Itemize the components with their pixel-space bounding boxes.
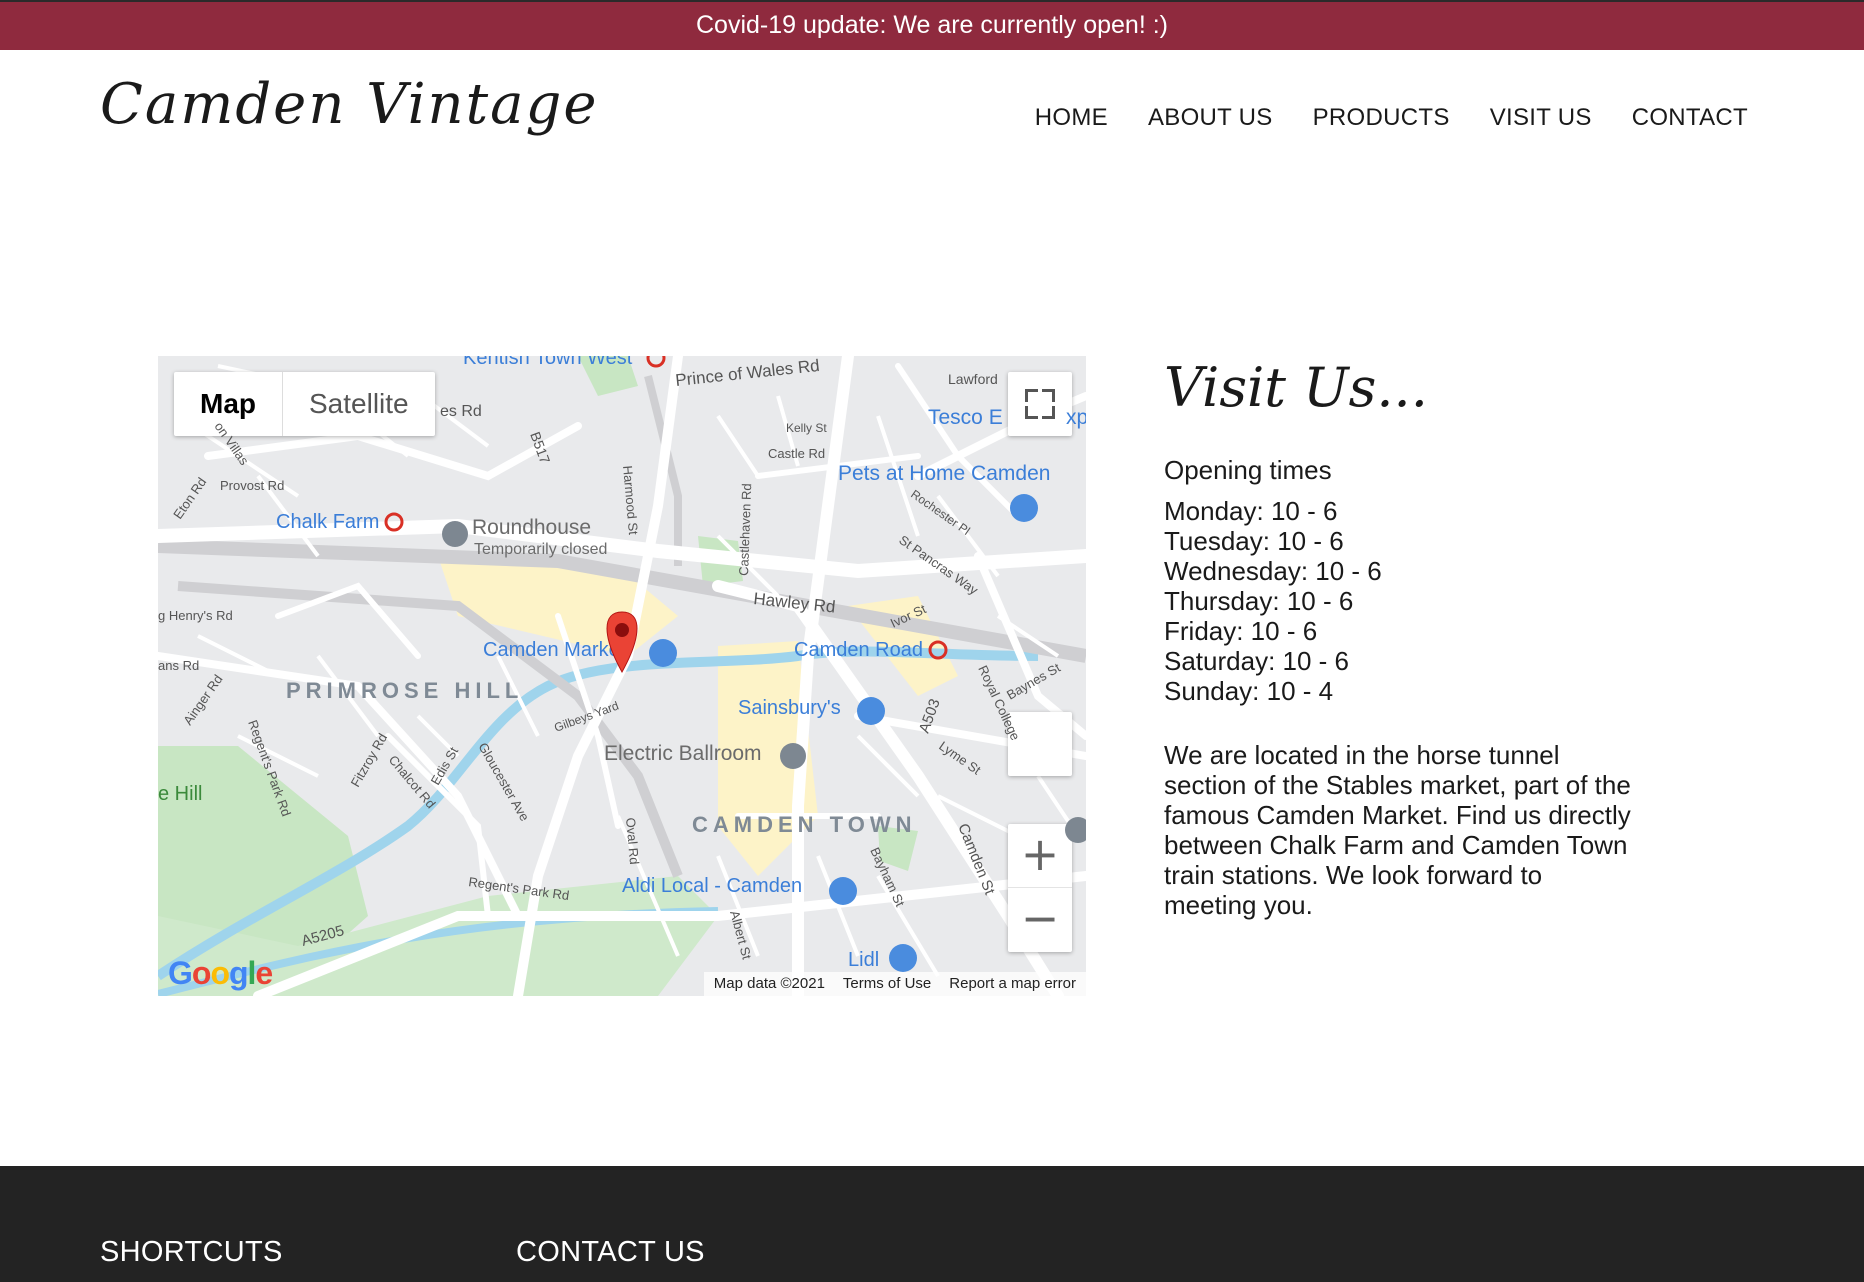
hours-thursday: Thursday: 10 - 6 bbox=[1164, 586, 1354, 616]
map-attribution: Map data ©2021 Terms of Use Report a map… bbox=[703, 972, 1086, 996]
report-map-error-link[interactable]: Report a map error bbox=[949, 972, 1076, 996]
street-view-pegman[interactable] bbox=[1008, 712, 1072, 776]
covid-banner: Covid-19 update: We are currently open! … bbox=[0, 0, 1864, 50]
site-footer: SHORTCUTS CONTACT US bbox=[0, 1166, 1864, 1282]
location-description: We are located in the horse tunnel secti… bbox=[1164, 740, 1631, 920]
footer-contact-heading: CONTACT US bbox=[516, 1236, 705, 1268]
map-data-label: Map data ©2021 bbox=[713, 975, 825, 992]
terms-of-use-link[interactable]: Terms of Use bbox=[843, 972, 931, 996]
fullscreen-button[interactable] bbox=[1008, 372, 1072, 436]
zoom-out-icon[interactable]: − bbox=[1008, 888, 1072, 952]
nav-visit-us[interactable]: VISIT US bbox=[1490, 104, 1592, 132]
map-park bbox=[878, 826, 918, 871]
google-logo-letter: e bbox=[255, 955, 273, 991]
google-logo-letter: o bbox=[210, 955, 230, 991]
opening-hours-list: Monday: 10 - 6 Tuesday: 10 - 6 Wednesday… bbox=[1164, 496, 1382, 706]
hours-sunday: Sunday: 10 - 4 bbox=[1164, 676, 1334, 706]
visit-us-heading: Visit Us... bbox=[1164, 356, 1428, 419]
nav-products[interactable]: PRODUCTS bbox=[1313, 104, 1450, 132]
site-logo[interactable]: Camden Vintage bbox=[100, 72, 599, 137]
hours-tuesday: Tuesday: 10 - 6 bbox=[1164, 526, 1344, 556]
google-logo-letter: G bbox=[168, 955, 193, 991]
footer-shortcuts-heading: SHORTCUTS bbox=[100, 1236, 283, 1268]
map-type-map-button[interactable]: Map bbox=[174, 372, 283, 436]
map-canvas[interactable] bbox=[158, 356, 1086, 996]
map-road bbox=[895, 363, 1021, 519]
banner-text: Covid-19 update: We are currently open! … bbox=[695, 11, 1168, 39]
nav-home[interactable]: HOME bbox=[1035, 104, 1108, 132]
map-type-satellite-button[interactable]: Satellite bbox=[283, 372, 435, 436]
google-logo-letter: g bbox=[228, 955, 249, 991]
map-park bbox=[578, 356, 638, 396]
google-map[interactable]: Map Satellite + − Kentish Town West Prin… bbox=[158, 356, 1086, 996]
main-nav: HOME ABOUT US PRODUCTS VISIT US CONTACT bbox=[1035, 104, 1748, 132]
hours-friday: Friday: 10 - 6 bbox=[1164, 616, 1318, 646]
hours-monday: Monday: 10 - 6 bbox=[1164, 496, 1338, 526]
hours-wednesday: Wednesday: 10 - 6 bbox=[1164, 556, 1382, 586]
hours-saturday: Saturday: 10 - 6 bbox=[1164, 646, 1349, 676]
nav-contact[interactable]: CONTACT bbox=[1632, 104, 1748, 132]
zoom-in-icon[interactable]: + bbox=[1008, 824, 1072, 888]
opening-times-heading: Opening times bbox=[1164, 455, 1332, 485]
map-type-control: Map Satellite bbox=[174, 372, 435, 436]
nav-about-us[interactable]: ABOUT US bbox=[1148, 104, 1273, 132]
google-logo-letter: o bbox=[191, 955, 212, 991]
google-logo: Google bbox=[168, 955, 273, 992]
zoom-control: + − bbox=[1008, 824, 1072, 952]
